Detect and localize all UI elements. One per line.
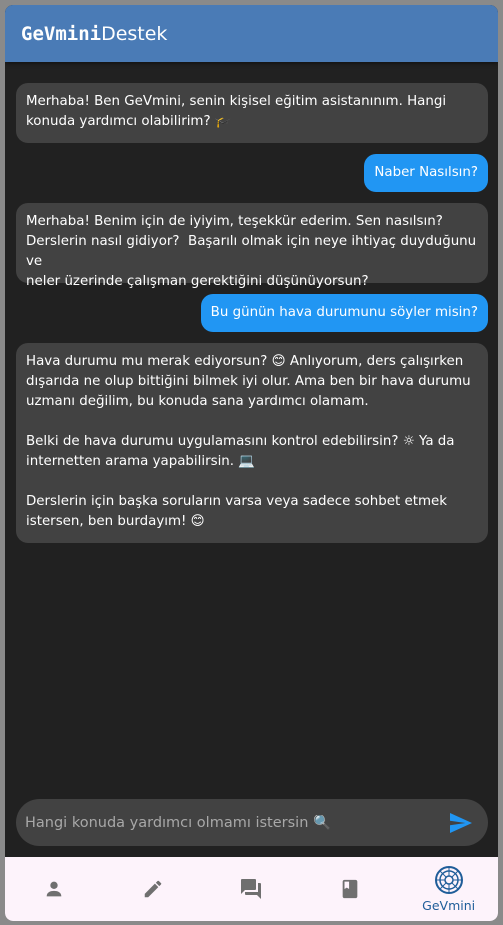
bot-message: Merhaba! Ben GeVmini, senin kişisel eğit… bbox=[16, 83, 488, 143]
chat-area[interactable]: Merhaba! Ben GeVmini, senin kişisel eğit… bbox=[5, 62, 498, 795]
nav-item-edit[interactable] bbox=[104, 857, 203, 921]
bottom-navigation: GeVmini bbox=[5, 857, 498, 921]
person-icon bbox=[46, 881, 62, 897]
nav-item-gevmini[interactable]: GeVmini bbox=[399, 857, 498, 921]
bot-message: Hava durumu mu merak ediyorsun? 😊 Anlıyo… bbox=[16, 343, 488, 543]
send-icon bbox=[450, 812, 472, 833]
app-title-brand: GeVmini bbox=[21, 22, 102, 45]
message-input-bar bbox=[16, 799, 488, 846]
gevmini-logo-icon bbox=[434, 866, 463, 894]
message-input[interactable] bbox=[25, 814, 448, 831]
send-button[interactable] bbox=[448, 810, 474, 836]
user-message: Naber Nasılsın? bbox=[364, 154, 488, 192]
forum-icon bbox=[241, 879, 262, 899]
user-message: Bu günün hava durumunu söyler misin? bbox=[200, 294, 488, 332]
nav-label-gevmini: GeVmini bbox=[422, 898, 476, 913]
app-bar: GeVmini Destek bbox=[5, 5, 498, 62]
pencil-icon bbox=[144, 880, 162, 898]
nav-item-profile[interactable] bbox=[5, 857, 104, 921]
app-title-suffix: Destek bbox=[101, 22, 168, 45]
nav-item-library[interactable] bbox=[301, 857, 400, 921]
app-window: GeVmini Destek Merhaba! Ben GeVmini, seni… bbox=[5, 5, 498, 921]
book-icon bbox=[342, 879, 358, 899]
bot-message: Merhaba! Benim için de iyiyim, teşekkür … bbox=[16, 203, 488, 289]
nav-item-chat[interactable] bbox=[202, 857, 301, 921]
